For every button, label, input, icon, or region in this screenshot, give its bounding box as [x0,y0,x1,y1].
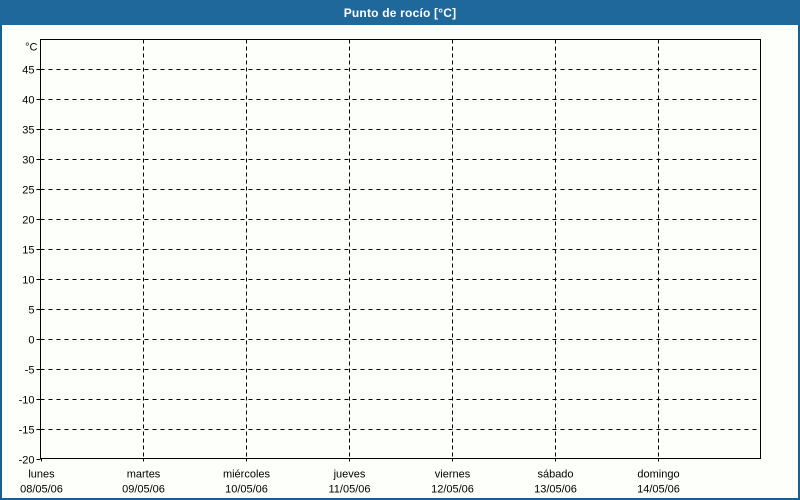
x-day-label: sábado [537,469,573,481]
y-tick-label: 30 [22,155,34,167]
y-tick-label: -20 [19,455,35,467]
x-day-label: lunes [28,469,55,481]
y-axis-unit-label: °C [25,42,37,54]
x-date-label: 09/05/06 [122,484,165,496]
x-gridlines [41,39,659,462]
y-tick-label: 25 [22,185,34,197]
y-tick-label: -10 [19,395,35,407]
chart-window: Punto de rocío [°C] 45 40 35 30 25 20 15 10 5 0 -5… [0,0,800,500]
y-tick-label: 35 [22,125,34,137]
x-date-label: 14/05/06 [637,484,680,496]
x-day-label: domingo [637,469,679,481]
y-tick-label: -15 [19,425,35,437]
x-axis-labels: lunes 08/05/06 martes 09/05/06 miércoles 10/0… [20,469,680,496]
x-day-label: viernes [435,469,471,481]
x-date-label: 11/05/06 [328,484,370,496]
y-tick-label: 20 [22,215,34,227]
y-tick-label: -5 [25,365,35,377]
x-day-label: miércoles [223,469,271,481]
y-tick-label: 40 [22,95,34,107]
x-date-label: 13/05/06 [534,484,577,496]
y-tick-label: 5 [28,305,34,317]
y-tick-label: 15 [22,245,34,257]
y-gridlines [36,69,761,460]
x-date-label: 10/05/06 [225,484,268,496]
x-date-label: 08/05/06 [20,484,63,496]
y-tick-label: 0 [28,335,34,347]
x-date-label: 12/05/06 [431,484,474,496]
y-tick-labels: 45 40 35 30 25 20 15 10 5 0 -5 -10 -15 -20 °C [19,42,38,467]
y-tick-label: 45 [22,65,34,77]
x-day-label: jueves [333,469,366,481]
x-day-label: martes [127,469,161,481]
chart-canvas: 45 40 35 30 25 20 15 10 5 0 -5 -10 -15 -20 °C lunes 08/0… [19,39,761,496]
y-tick-label: 10 [22,275,34,287]
